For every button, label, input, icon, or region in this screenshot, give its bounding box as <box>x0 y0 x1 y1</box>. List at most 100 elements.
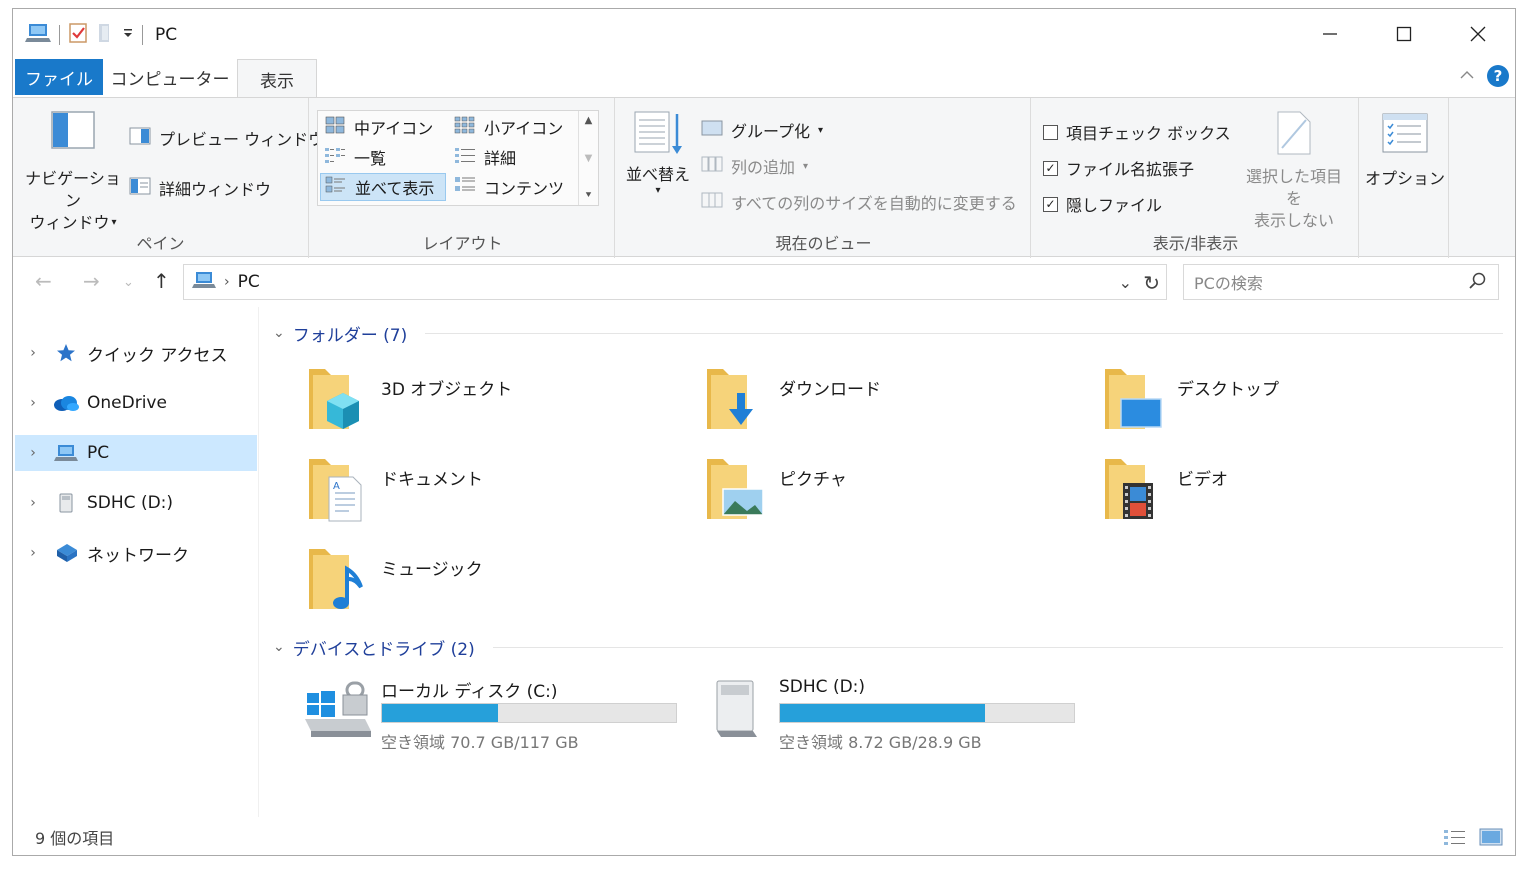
add-columns-button[interactable]: 列の追加 ▾ <box>701 154 808 178</box>
folder-tile[interactable]: ダウンロード <box>673 361 1053 443</box>
layout-details[interactable]: 詳細 <box>450 143 520 171</box>
minimize-button[interactable] <box>1293 9 1367 59</box>
file-extensions-checkbox[interactable]: ✓ <box>1043 160 1058 176</box>
item-checkboxes-toggle[interactable]: 項目チェック ボックス <box>1043 120 1231 144</box>
folder-tile[interactable]: A ドキュメント <box>275 451 655 533</box>
collapse-chevron-icon[interactable]: ⌄ <box>273 325 285 341</box>
folder-name: デスクトップ <box>1177 380 1279 400</box>
breadcrumb-pc[interactable]: PC <box>238 272 260 292</box>
3d-objects-folder-icon <box>305 363 369 435</box>
hidden-items-toggle[interactable]: ✓ 隠しファイル <box>1043 192 1162 216</box>
up-arrow-icon[interactable]: ↑ <box>153 269 170 293</box>
folder-tile[interactable]: ビデオ <box>1071 451 1451 533</box>
drive-tile[interactable]: ローカル ディスク (C:) 空き領域 70.7 GB/117 GB <box>275 669 677 752</box>
options-button[interactable]: オプション <box>1365 112 1445 190</box>
dropdown-arrow-icon: ▾ <box>818 124 824 136</box>
drives-section-header[interactable]: ⌄ デバイスとドライブ (2) <box>273 635 1503 660</box>
item-count: 9 個の項目 <box>35 829 115 848</box>
nav-item-pc[interactable]: › PC <box>15 435 257 471</box>
size-all-columns-button[interactable]: すべての列のサイズを自動的に変更する <box>701 190 1017 214</box>
tab-view[interactable]: 表示 <box>237 59 317 99</box>
folder-tile[interactable]: デスクトップ <box>1071 361 1451 443</box>
layout-content[interactable]: コンテンツ <box>450 173 568 201</box>
expand-chevron-icon[interactable]: › <box>15 445 51 461</box>
details-view-icon[interactable] <box>1443 827 1467 852</box>
layout-small-icons[interactable]: 小アイコン <box>450 113 567 141</box>
nav-item-quick-access[interactable]: › クイック アクセス <box>15 335 257 371</box>
nav-item-network[interactable]: › ネットワーク <box>15 535 257 571</box>
collapse-ribbon-icon[interactable] <box>1459 66 1475 86</box>
collapse-chevron-icon[interactable]: ⌄ <box>273 639 285 655</box>
properties-icon[interactable] <box>68 22 88 49</box>
layout-tiles[interactable]: 並べて表示 <box>320 173 446 201</box>
drive-tile[interactable]: SDHC (D:) 空き領域 8.72 GB/28.9 GB <box>673 669 1075 752</box>
pane-group: ナビゲーション ウィンドウ ▾ プレビュー ウィンドウ 詳細ウィンドウ ペイン <box>13 98 324 258</box>
tiles-icon <box>325 175 347 199</box>
help-icon[interactable]: ? <box>1487 65 1509 87</box>
layout-list[interactable]: 一覧 <box>320 143 390 171</box>
layout-tiles-label: 並べて表示 <box>355 179 435 198</box>
file-extensions-label: ファイル名拡張子 <box>1066 160 1195 179</box>
windows-drive-icon <box>301 675 371 747</box>
large-icons-view-icon[interactable] <box>1479 827 1503 852</box>
item-checkboxes-checkbox[interactable] <box>1043 124 1058 140</box>
expand-chevron-icon[interactable]: › <box>15 395 51 411</box>
search-icon[interactable] <box>1468 271 1488 295</box>
hidden-items-checkbox[interactable]: ✓ <box>1043 196 1058 212</box>
hide-selected-button[interactable]: 選択した項目を 表示しない <box>1239 110 1349 232</box>
expand-chevron-icon[interactable]: › <box>15 345 51 361</box>
scroll-down-icon[interactable]: ▼ <box>585 153 593 164</box>
tab-computer[interactable]: コンピューター <box>109 59 231 95</box>
close-button[interactable] <box>1441 9 1515 59</box>
layout-group: 中アイコン 小アイコン 一覧 詳細 並べて表示 コンテンツ ▲ ▼ ⯆ レイアウ… <box>311 98 615 258</box>
nav-item-onedrive[interactable]: › OneDrive <box>15 385 257 421</box>
expand-chevron-icon[interactable]: › <box>15 495 51 511</box>
tab-file[interactable]: ファイル <box>15 59 103 95</box>
group-by-button[interactable]: グループ化 ▾ <box>701 118 823 142</box>
forward-arrow-icon[interactable]: → <box>83 269 100 293</box>
gallery-expand-icon[interactable]: ⯆ <box>585 190 593 201</box>
layout-medium-icons[interactable]: 中アイコン <box>320 113 437 141</box>
hide-selected-icon <box>1274 110 1314 162</box>
nav-item-sdhc[interactable]: › SDHC (D:) <box>15 485 257 521</box>
folder-tile[interactable]: 3D オブジェクト <box>275 361 655 443</box>
customize-toolbar-icon[interactable] <box>122 25 134 45</box>
videos-folder-icon <box>1101 453 1165 525</box>
options-icon <box>1381 112 1429 160</box>
title-bar: PC <box>13 9 1515 59</box>
details-pane-button[interactable]: 詳細ウィンドウ <box>129 176 271 200</box>
recent-locations-icon[interactable]: ⌄ <box>123 275 134 290</box>
star-icon <box>51 342 81 364</box>
refresh-icon[interactable]: ↻ <box>1143 271 1160 295</box>
file-extensions-toggle[interactable]: ✓ ファイル名拡張子 <box>1043 156 1194 180</box>
svg-text:A: A <box>333 481 340 492</box>
details-pane-icon <box>129 177 151 199</box>
desktop-folder-icon <box>1101 363 1165 435</box>
sort-button[interactable]: 並べ替え ▾ <box>623 110 693 196</box>
search-box[interactable]: PCの検索 <box>1183 264 1499 300</box>
add-columns-label: 列の追加 <box>731 158 796 177</box>
new-folder-icon[interactable] <box>96 22 114 49</box>
computer-icon <box>192 270 216 295</box>
size-columns-icon <box>701 191 723 213</box>
scroll-up-icon[interactable]: ▲ <box>585 115 593 126</box>
preview-pane-button[interactable]: プレビュー ウィンドウ <box>129 126 324 150</box>
back-arrow-icon[interactable]: ← <box>35 269 52 293</box>
network-icon <box>51 542 81 564</box>
folders-section-header[interactable]: ⌄ フォルダー (7) <box>273 321 1503 346</box>
preview-pane-icon <box>129 127 151 149</box>
layout-gallery-scroll: ▲ ▼ ⯆ <box>578 111 598 205</box>
navigation-bar: ← → ⌄ ↑ › PC ⌄ ↻ PCの検索 <box>13 257 1515 307</box>
computer-icon <box>51 443 81 463</box>
breadcrumb-separator-icon[interactable]: › <box>224 274 230 290</box>
folder-tile[interactable]: ピクチャ <box>673 451 1053 533</box>
maximize-button[interactable] <box>1367 9 1441 59</box>
sort-icon <box>633 110 683 162</box>
navigation-pane-button[interactable]: ナビゲーション ウィンドウ ▾ <box>21 110 125 234</box>
address-history-dropdown-icon[interactable]: ⌄ <box>1119 273 1132 292</box>
folder-name: ドキュメント <box>381 470 483 490</box>
group-by-label: グループ化 <box>731 122 811 141</box>
expand-chevron-icon[interactable]: › <box>15 545 51 561</box>
folder-tile[interactable]: ミュージック <box>275 541 655 623</box>
address-bar[interactable]: › PC ⌄ ↻ <box>183 264 1167 300</box>
